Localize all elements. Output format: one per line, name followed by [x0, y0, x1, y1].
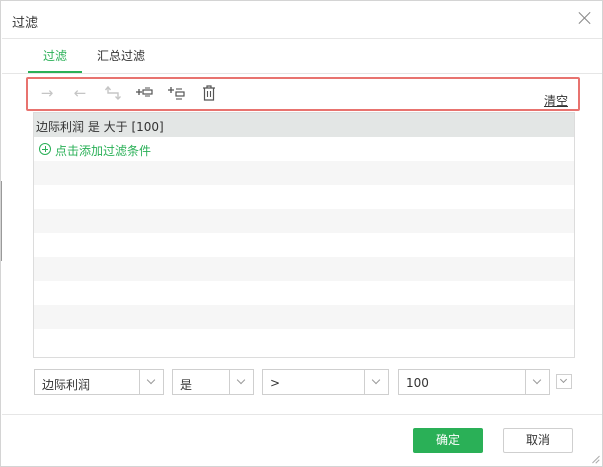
add-condition-row[interactable]: 点击添加过滤条件 — [34, 137, 574, 161]
tabs-divider — [2, 73, 602, 74]
chevron-down-icon — [559, 375, 568, 384]
tab-filter[interactable]: 过滤 — [28, 47, 82, 64]
is-dropdown-button[interactable] — [229, 370, 253, 394]
empty-row — [34, 329, 574, 353]
empty-row — [34, 185, 574, 209]
add-condition-icon[interactable] — [167, 84, 187, 102]
chevron-down-icon — [146, 375, 156, 385]
empty-row — [34, 305, 574, 329]
chevron-down-icon — [371, 375, 381, 385]
condition-text: 边际利润 是 大于 [100] — [36, 120, 164, 134]
footer-divider — [2, 414, 602, 415]
value-input-text: 100 — [406, 376, 429, 390]
value-type-dropdown[interactable] — [556, 374, 572, 389]
empty-row — [34, 233, 574, 257]
add-condition-link[interactable]: 点击添加过滤条件 — [55, 142, 151, 159]
close-icon[interactable] — [578, 11, 592, 25]
title-divider — [2, 38, 602, 39]
dialog-title: 过滤 — [12, 16, 39, 31]
condition-row[interactable]: 边际利润 是 大于 [100] — [34, 113, 574, 137]
clear-link[interactable]: 清空 — [544, 92, 568, 109]
operator-select[interactable]: > — [262, 369, 389, 395]
value-dropdown-button[interactable] — [525, 370, 549, 394]
left-edge-line — [1, 181, 2, 261]
operator-dropdown-button[interactable] — [364, 370, 388, 394]
is-select-value: 是 — [180, 378, 193, 392]
empty-row — [34, 281, 574, 305]
arrow-left-icon[interactable]: ← — [70, 84, 90, 102]
operator-select-value: > — [270, 376, 281, 390]
field-select[interactable]: 边际利润 — [34, 369, 164, 395]
insert-condition-icon[interactable] — [135, 84, 155, 102]
field-dropdown-button[interactable] — [139, 370, 163, 394]
plus-circle-icon — [39, 143, 51, 155]
return-arrow-icon[interactable] — [103, 84, 123, 102]
arrow-right-icon[interactable]: → — [37, 84, 57, 102]
filter-toolbar: → ← 清空 — [26, 77, 580, 111]
ok-button[interactable]: 确定 — [413, 428, 483, 453]
filter-dialog: 过滤 过滤 汇总过滤 → ← 清空 边际利润 是 大于 [100] 点击添加过滤… — [0, 0, 603, 467]
empty-row — [34, 161, 574, 185]
trash-icon[interactable] — [199, 84, 219, 102]
empty-row — [34, 209, 574, 233]
cancel-button[interactable]: 取消 — [503, 428, 573, 453]
value-input[interactable]: 100 — [398, 369, 550, 395]
chevron-down-icon — [532, 375, 542, 385]
chevron-down-icon — [236, 375, 246, 385]
field-select-value: 边际利润 — [42, 378, 91, 392]
filter-condition-list: 边际利润 是 大于 [100] 点击添加过滤条件 — [33, 112, 575, 358]
tab-summary-filter[interactable]: 汇总过滤 — [97, 47, 145, 64]
is-select[interactable]: 是 — [172, 369, 254, 395]
resize-grip-icon[interactable] — [589, 453, 601, 465]
empty-row — [34, 257, 574, 281]
